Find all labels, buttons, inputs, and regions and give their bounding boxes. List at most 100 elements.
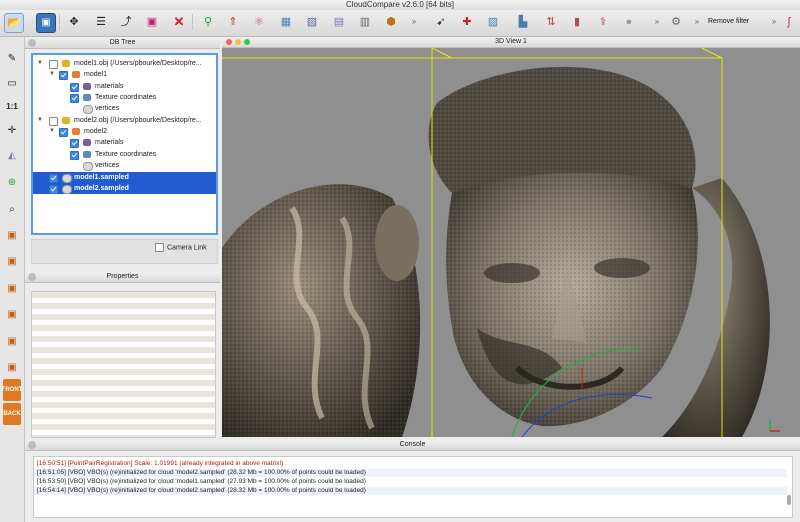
materials-icon: [83, 83, 91, 90]
resize-icon[interactable]: ▭: [3, 75, 21, 91]
octree-icon[interactable]: ⚛: [250, 13, 268, 31]
console-header: Console: [25, 440, 800, 451]
left-view-icon[interactable]: ▣: [3, 280, 21, 296]
checkbox[interactable]: [70, 139, 79, 148]
tree-row[interactable]: model1.sampled: [33, 172, 216, 183]
circle-icon[interactable]: ●: [620, 13, 638, 31]
bottom-view-icon[interactable]: ▣: [3, 359, 21, 375]
crosshair-icon[interactable]: ✛: [3, 122, 21, 138]
mesh-icon[interactable]: ▤: [330, 13, 348, 31]
iso-front-button[interactable]: FRONT: [2, 379, 22, 401]
tree-row[interactable]: ▼ model2.obj (/Users/pbourke/Desktop/re.…: [33, 115, 216, 126]
tree-row-label: Texture coordinates: [95, 94, 157, 101]
tree-row-label: model1: [84, 71, 107, 78]
tree-row[interactable]: vertices: [33, 160, 216, 171]
expand-arrow-icon[interactable]: ▼: [37, 58, 43, 69]
iso-back-button[interactable]: BACK: [3, 403, 21, 425]
plugin-icon[interactable]: ⬢: [382, 13, 400, 31]
sf-gradient-icon[interactable]: ▮: [568, 13, 586, 31]
minimize-window-icon[interactable]: [235, 39, 241, 45]
checkbox[interactable]: [49, 60, 58, 69]
left-eye: [484, 263, 540, 283]
merge-icon[interactable]: ▣: [143, 13, 161, 31]
tree-row-label: vertices: [95, 105, 120, 112]
db-tree-header: DB Tree: [25, 38, 220, 49]
checkbox[interactable]: [155, 243, 164, 252]
tree-row-label: Texture coordinates: [95, 151, 157, 158]
sf-filter-icon[interactable]: ⚕: [594, 13, 612, 31]
clone-icon[interactable]: ⤴: [117, 13, 135, 31]
checkbox[interactable]: [70, 83, 79, 92]
tree-row[interactable]: ▼ model2: [33, 126, 216, 137]
script-icon[interactable]: ʃ: [780, 13, 798, 31]
tree-row[interactable]: materials: [33, 137, 216, 148]
view3d-canvas[interactable]: [222, 48, 800, 437]
normals-icon[interactable]: ⇑: [224, 13, 242, 31]
tree-row[interactable]: ▼ model1.obj (/Users/pbourke/Desktop/re.…: [33, 58, 216, 69]
color-icon[interactable]: ▧: [303, 13, 321, 31]
view3d-title: 3D View 1: [495, 38, 527, 45]
checkbox[interactable]: [49, 185, 58, 194]
scalar-convert-icon[interactable]: ⇅: [542, 13, 560, 31]
chevron-right-icon[interactable]: »: [648, 13, 666, 31]
zoom-ratio-button[interactable]: 1:1: [3, 98, 21, 114]
expand-arrow-icon[interactable]: ▼: [37, 115, 43, 126]
front-view-icon[interactable]: ▣: [3, 253, 21, 269]
pencil-icon[interactable]: ✎: [3, 50, 21, 66]
tree-row[interactable]: ▼ model1: [33, 69, 216, 80]
checkbox[interactable]: [49, 174, 58, 183]
checkbox[interactable]: [49, 117, 58, 126]
console-line: [16:51:05] [VBO] VBO(s) (re)initialized …: [34, 469, 787, 477]
perspective-icon[interactable]: ◭: [3, 147, 21, 163]
console-scrollbar[interactable]: [787, 495, 791, 505]
transform-icon[interactable]: ✥: [65, 13, 83, 31]
gear-icon[interactable]: ⚙: [667, 13, 685, 31]
registration-icon[interactable]: ✚: [458, 13, 476, 31]
tree-row[interactable]: Texture coordinates: [33, 149, 216, 160]
tree-row[interactable]: vertices: [33, 103, 216, 114]
camera-link-checkbox[interactable]: Camera Link: [155, 243, 207, 252]
tree-row[interactable]: materials: [33, 81, 216, 92]
mesh-icon: [72, 128, 80, 135]
expand-arrow-icon[interactable]: ▼: [49, 126, 55, 137]
point-cloud-render[interactable]: [222, 48, 800, 437]
list-icon[interactable]: ☰: [92, 13, 110, 31]
chevron-right-icon[interactable]: »: [405, 13, 423, 31]
delete-icon[interactable]: ✕: [170, 13, 188, 31]
histogram-icon[interactable]: ▙: [514, 13, 532, 31]
toolbar-separator: [192, 14, 193, 30]
point-pick-icon[interactable]: ➹: [432, 13, 450, 31]
db-tree[interactable]: ▼ model1.obj (/Users/pbourke/Desktop/re.…: [31, 53, 218, 235]
scalar-field-icon[interactable]: ▦: [277, 13, 295, 31]
tree-row-label: model2: [84, 128, 107, 135]
close-icon[interactable]: [28, 273, 36, 281]
console-log[interactable]: [16:50:51] [PointPairRegistration] Scale…: [33, 456, 793, 518]
checkbox[interactable]: [59, 128, 68, 137]
filter-icon[interactable]: ▥: [356, 13, 374, 31]
tree-row[interactable]: model2.sampled: [33, 183, 216, 194]
chevron-right-icon[interactable]: »: [688, 13, 706, 31]
right-view-icon[interactable]: ▣: [3, 333, 21, 349]
tree-row[interactable]: Texture coordinates: [33, 92, 216, 103]
rotation-center-icon[interactable]: ⊛: [3, 174, 21, 190]
close-icon[interactable]: [28, 39, 36, 47]
remove-filter-button[interactable]: Remove filter: [708, 18, 749, 25]
properties-table[interactable]: [31, 291, 216, 438]
distance-icon[interactable]: ▨: [484, 13, 502, 31]
right-eye: [594, 258, 650, 278]
close-icon[interactable]: [28, 441, 36, 449]
search-icon[interactable]: ⌕: [3, 201, 21, 217]
top-view-icon[interactable]: ▣: [3, 227, 21, 243]
expand-arrow-icon[interactable]: ▼: [49, 69, 55, 80]
checkbox[interactable]: [70, 151, 79, 160]
checkbox[interactable]: [70, 94, 79, 103]
checkbox[interactable]: [59, 71, 68, 80]
maximize-window-icon[interactable]: [244, 39, 250, 45]
back-view-icon[interactable]: ▣: [3, 306, 21, 322]
open-icon[interactable]: 📂: [4, 13, 24, 33]
cloud-icon: [62, 174, 72, 183]
save-icon[interactable]: ▣: [36, 13, 56, 33]
main-toolbar: 📂 ▣ ✥ ☰ ⤴ ▣ ✕ ⚲ ⇑ ⚛ ▦ ▧ ▤ ▥ ⬢ » ➹ ✚ ▨ ▙ …: [0, 10, 800, 37]
sample-icon[interactable]: ⚲: [199, 13, 217, 31]
close-window-icon[interactable]: [226, 39, 232, 45]
